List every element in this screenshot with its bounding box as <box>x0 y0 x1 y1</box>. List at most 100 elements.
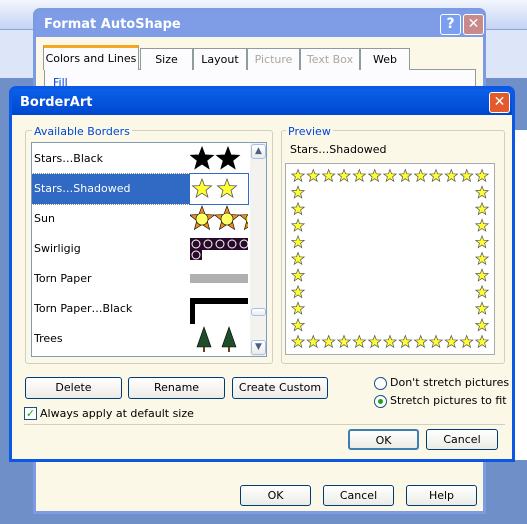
preview-star <box>474 334 490 349</box>
ok-button[interactable]: OK <box>240 485 311 506</box>
black-torn-paper-icon <box>190 298 248 324</box>
scroll-down-icon[interactable]: ▼ <box>251 340 266 355</box>
preview-star <box>290 301 306 315</box>
title-bar: Format AutoShape <box>36 11 483 37</box>
suns-icon <box>190 205 248 231</box>
border-item-label: Trees <box>34 332 63 345</box>
preview-star <box>290 201 306 216</box>
yellow-stars-icon <box>189 173 249 205</box>
title-bar: BorderArt <box>12 89 512 115</box>
preview-label: Preview <box>286 125 333 138</box>
tab-size[interactable]: Size <box>140 48 193 70</box>
border-item-label: Swirligig <box>34 242 81 255</box>
dialog-title: Format AutoShape <box>44 16 181 32</box>
black-stars-icon <box>190 145 241 170</box>
preview-star <box>398 168 413 183</box>
tab-layout[interactable]: Layout <box>193 48 247 70</box>
trees-icon <box>196 326 237 352</box>
border-item-label: Torn Paper <box>34 272 92 285</box>
preview-star <box>290 168 306 183</box>
scrollbar[interactable]: ▲ ▼ <box>250 143 266 356</box>
border-list-item[interactable]: Swirligig <box>32 234 189 264</box>
preview-star <box>290 284 306 299</box>
default-size-checkbox[interactable]: ✓ <box>24 407 37 420</box>
stretch-radio[interactable] <box>374 395 387 408</box>
preview-star <box>398 334 413 349</box>
preview-star <box>474 301 490 315</box>
scroll-up-icon[interactable]: ▲ <box>251 144 266 159</box>
help-button[interactable]: Help <box>406 485 477 506</box>
default-size-label: Always apply at default size <box>40 407 194 420</box>
close-icon[interactable]: ✕ <box>463 14 484 35</box>
border-list-item[interactable]: Trees <box>32 324 189 354</box>
preview-star <box>428 168 444 183</box>
preview-star <box>352 168 367 183</box>
preview-star <box>321 334 336 349</box>
preview-star <box>336 168 352 183</box>
preview-star <box>413 168 428 183</box>
preview-star <box>474 201 490 216</box>
help-icon[interactable]: ? <box>440 14 461 35</box>
tab-colors-and-lines[interactable]: Colors and Lines <box>43 45 139 70</box>
create-custom-button[interactable]: Create Custom <box>232 377 328 399</box>
preview-name: Stars…Shadowed <box>290 143 387 156</box>
tab-web[interactable]: Web <box>360 48 410 70</box>
preview-star <box>290 334 306 349</box>
dont-stretch-radio[interactable] <box>374 377 387 390</box>
preview-star <box>428 334 444 349</box>
divider <box>24 424 505 425</box>
preview-star <box>290 218 306 232</box>
borderart-dialog: BorderArt ✕ Available Borders Stars…Blac… <box>9 86 515 462</box>
border-list-item[interactable]: Torn Paper…Black <box>32 294 189 324</box>
preview-star <box>352 334 367 349</box>
preview-star <box>367 334 382 349</box>
tab-picture: Picture <box>247 48 300 70</box>
preview-star <box>367 168 382 183</box>
tab-text-box: Text Box <box>300 48 360 70</box>
preview-star <box>336 334 352 349</box>
preview-star <box>474 185 490 199</box>
preview-star <box>459 168 474 183</box>
preview-star <box>321 168 336 183</box>
preview-star <box>474 218 490 232</box>
preview-star <box>444 334 459 349</box>
border-item-label: Stars…Shadowed <box>34 182 131 195</box>
border-item-label: Stars…Black <box>34 152 104 165</box>
preview-star <box>474 234 490 249</box>
cancel-button[interactable]: Cancel <box>323 485 394 506</box>
preview-star <box>382 168 398 183</box>
preview-star <box>474 284 490 299</box>
stretch-label: Stretch pictures to fit <box>390 394 507 407</box>
preview-star <box>306 168 321 183</box>
border-list-item[interactable]: Torn Paper <box>32 264 189 294</box>
preview-star <box>306 334 321 349</box>
preview-star <box>474 251 490 266</box>
preview-star <box>290 268 306 282</box>
preview-star <box>290 234 306 249</box>
ok-button[interactable]: OK <box>348 429 419 450</box>
rename-button[interactable]: Rename <box>128 377 225 399</box>
cancel-button[interactable]: Cancel <box>426 429 498 450</box>
border-list-item[interactable]: Stars…Shadowed <box>32 173 190 205</box>
preview-star <box>290 317 306 332</box>
scroll-thumb[interactable] <box>251 308 266 316</box>
dont-stretch-label: Don't stretch pictures <box>390 376 510 389</box>
swirls-icon <box>190 238 248 260</box>
borders-list[interactable]: Stars…Black Stars…Shadowed Sun Swirligig Tor… <box>31 142 267 357</box>
border-list-item[interactable]: Sun <box>32 204 189 234</box>
gray-torn-paper-icon <box>190 274 248 283</box>
border-item-label: Sun <box>34 212 55 225</box>
preview-star <box>290 185 306 199</box>
preview-star <box>459 334 474 349</box>
preview-star <box>413 334 428 349</box>
border-item-label: Torn Paper…Black <box>34 302 133 315</box>
delete-button[interactable]: Delete <box>25 377 122 399</box>
preview-star <box>382 334 398 349</box>
close-icon[interactable]: ✕ <box>489 92 510 113</box>
preview-box <box>285 163 495 355</box>
dialog-title: BorderArt <box>20 94 93 110</box>
preview-star <box>474 168 490 183</box>
preview-star <box>474 317 490 332</box>
available-borders-label: Available Borders <box>32 125 132 138</box>
border-list-item[interactable]: Stars…Black <box>32 144 189 174</box>
